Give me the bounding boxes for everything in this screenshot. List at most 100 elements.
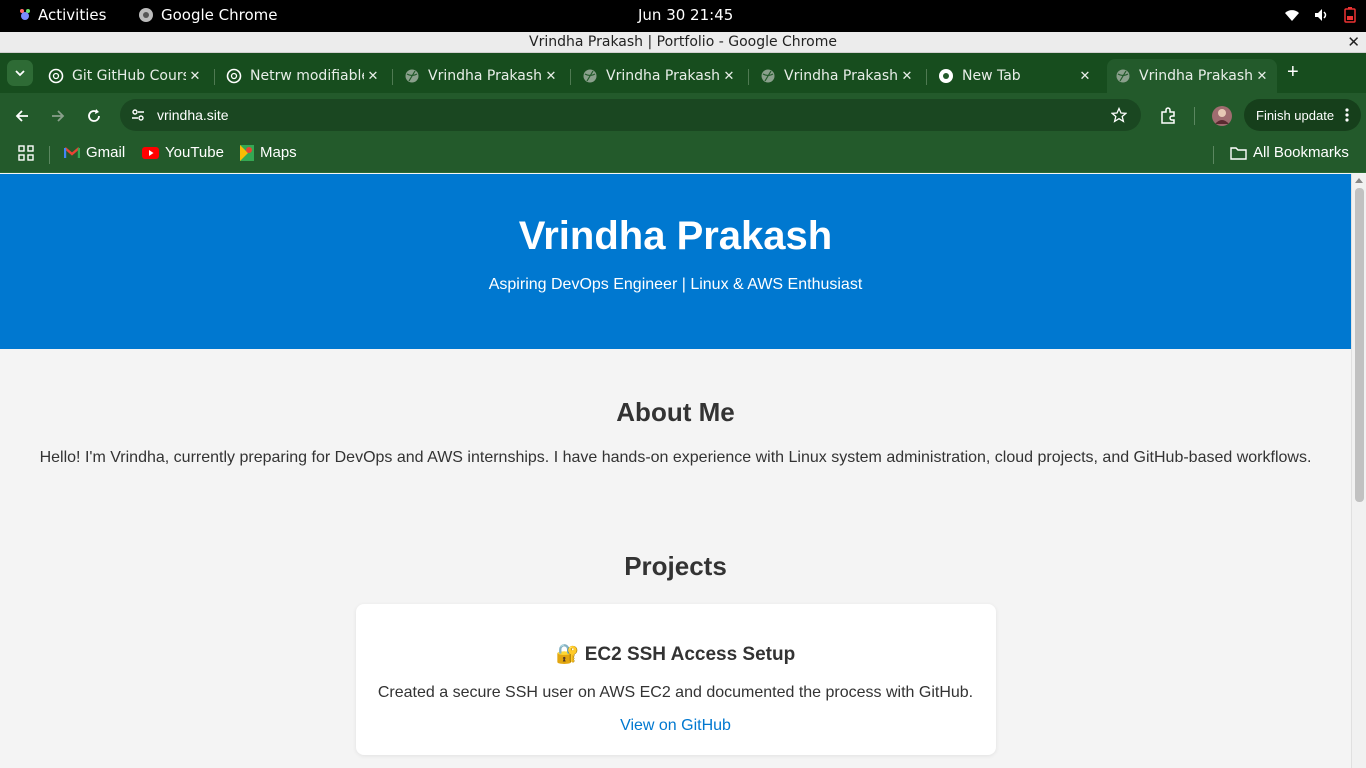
bookmark-maps[interactable]: Maps <box>240 144 297 161</box>
openai-icon <box>226 68 242 84</box>
hero-header: Vrindha Prakash Aspiring DevOps Engineer… <box>0 174 1351 349</box>
close-tab-icon[interactable]: ✕ <box>720 69 738 84</box>
page-content: Vrindha Prakash Aspiring DevOps Engineer… <box>0 174 1351 768</box>
tab-netrw-modifiable[interactable]: Netrw modifiable ✕ <box>218 59 388 93</box>
scrollbar-thumb[interactable] <box>1355 188 1364 502</box>
tab-divider <box>748 69 749 85</box>
globe-icon <box>1116 69 1130 83</box>
tab-divider <box>214 69 215 85</box>
tab-title: Git GitHub Course <box>72 68 186 84</box>
page-scrollbar[interactable] <box>1351 174 1366 768</box>
tab-vrindha-prakash-3[interactable]: Vrindha Prakash ✕ <box>752 59 922 93</box>
tab-title: Vrindha Prakash <box>606 68 720 84</box>
window-title: Vrindha Prakash | Portfolio - Google Chr… <box>529 34 837 50</box>
activities-button[interactable]: Activities <box>18 6 106 24</box>
scroll-up-icon[interactable] <box>1355 177 1363 183</box>
tab-vrindha-prakash-active[interactable]: Vrindha Prakash ✕ <box>1107 59 1277 93</box>
bookmark-label: YouTube <box>165 144 224 161</box>
toolbar-divider <box>1194 107 1195 125</box>
chrome-icon <box>939 69 953 83</box>
close-tab-icon[interactable]: ✕ <box>542 69 560 84</box>
tab-title: New Tab <box>962 68 1021 84</box>
tab-title: Vrindha Prakash <box>1139 68 1253 84</box>
site-info-icon[interactable] <box>130 107 146 123</box>
globe-icon <box>405 69 419 83</box>
profile-avatar[interactable] <box>1210 104 1234 128</box>
folder-icon <box>1230 146 1247 160</box>
hero-tagline: Aspiring DevOps Engineer | Linux & AWS E… <box>488 276 863 293</box>
view-on-github-link[interactable]: View on GitHub <box>620 717 731 735</box>
tab-title: Vrindha Prakash <box>428 68 542 84</box>
projects-section: Projects 🔐 EC2 SSH Access Setup Created … <box>0 551 1351 755</box>
finish-update-button[interactable]: Finish update <box>1244 99 1361 131</box>
back-button[interactable] <box>10 104 34 128</box>
bookmark-label: Gmail <box>86 144 126 161</box>
battery-icon <box>1344 7 1356 23</box>
url-text[interactable]: vrindha.site <box>157 107 229 123</box>
tab-search-button[interactable] <box>7 60 33 86</box>
forward-button[interactable] <box>46 104 70 128</box>
bookmark-label: Maps <box>260 144 297 161</box>
globe-icon <box>583 69 597 83</box>
about-text: Hello! I'm Vrindha, currently preparing … <box>39 449 1312 466</box>
new-tab-icon[interactable]: + <box>1287 61 1299 83</box>
tab-divider <box>392 69 393 85</box>
bookmark-gmail[interactable]: Gmail <box>64 144 125 161</box>
about-heading: About Me <box>616 397 735 427</box>
address-bar[interactable]: vrindha.site <box>120 99 1141 131</box>
system-top-bar: Activities Google Chrome Jun 30 21:45 <box>0 0 1366 32</box>
tab-strip: Git GitHub Course ✕ Netrw modifiable ✕ V… <box>0 53 1366 93</box>
back-arrow-icon <box>15 110 28 122</box>
browser-toolbar: vrindha.site Finish update <box>0 93 1366 137</box>
close-tab-icon[interactable]: ✕ <box>898 69 916 84</box>
more-vert-icon <box>1345 108 1349 122</box>
bookmarks-divider <box>49 146 50 164</box>
app-menu[interactable]: Google Chrome <box>138 6 278 24</box>
bookmark-star-icon[interactable] <box>1111 107 1127 123</box>
volume-icon <box>1315 9 1327 21</box>
tab-git-github-course[interactable]: Git GitHub Course ✕ <box>40 59 210 93</box>
openai-icon <box>48 68 64 84</box>
puzzle-icon <box>1161 107 1175 124</box>
tab-divider <box>926 69 927 85</box>
hero-name: Vrindha Prakash <box>518 214 833 258</box>
gmail-icon <box>64 146 80 158</box>
about-section: About Me Hello! I'm Vrindha, currently p… <box>0 397 1351 467</box>
extensions-button[interactable] <box>1156 104 1180 128</box>
chrome-app-icon <box>139 8 153 22</box>
projects-heading: Projects <box>624 551 727 581</box>
apps-button[interactable] <box>18 145 34 161</box>
project-description: Created a secure SSH user on AWS EC2 and… <box>377 684 974 701</box>
tab-title: Vrindha Prakash <box>784 68 898 84</box>
wifi-icon <box>1285 10 1299 21</box>
youtube-icon <box>142 146 159 159</box>
tab-new-tab[interactable]: New Tab ✕ <box>930 59 1100 93</box>
finish-update-label: Finish update <box>1256 107 1335 123</box>
tab-title: Netrw modifiable <box>250 68 364 84</box>
reload-icon <box>88 109 100 122</box>
avatar-icon <box>1212 106 1232 126</box>
window-close-icon[interactable]: ✕ <box>1347 32 1360 53</box>
close-tab-icon[interactable]: ✕ <box>1253 69 1271 84</box>
bookmarks-divider <box>1213 146 1214 164</box>
tab-vrindha-prakash-1[interactable]: Vrindha Prakash ✕ <box>396 59 566 93</box>
maps-icon <box>240 144 254 161</box>
close-tab-icon[interactable]: ✕ <box>364 69 382 84</box>
project-title: 🔐 EC2 SSH Access Setup <box>555 644 796 665</box>
close-tab-icon[interactable]: ✕ <box>186 69 204 84</box>
reload-button[interactable] <box>82 104 106 128</box>
apps-grid-icon <box>18 145 34 161</box>
close-tab-icon[interactable]: ✕ <box>1076 69 1094 84</box>
clock[interactable]: Jun 30 21:45 <box>638 6 733 24</box>
tab-vrindha-prakash-2[interactable]: Vrindha Prakash ✕ <box>574 59 744 93</box>
activities-label: Activities <box>38 6 107 24</box>
window-titlebar: Vrindha Prakash | Portfolio - Google Chr… <box>0 32 1366 53</box>
app-name: Google Chrome <box>161 6 278 24</box>
project-card: 🔐 EC2 SSH Access Setup Created a secure … <box>355 604 996 755</box>
all-bookmarks-button[interactable]: All Bookmarks <box>1230 144 1349 161</box>
system-tray[interactable] <box>1284 7 1356 23</box>
bookmark-youtube[interactable]: YouTube <box>142 144 224 161</box>
chevron-down-icon <box>15 70 25 77</box>
all-bookmarks-label: All Bookmarks <box>1253 144 1349 161</box>
bookmarks-bar: Gmail YouTube Maps All Bookmarks <box>0 137 1366 173</box>
